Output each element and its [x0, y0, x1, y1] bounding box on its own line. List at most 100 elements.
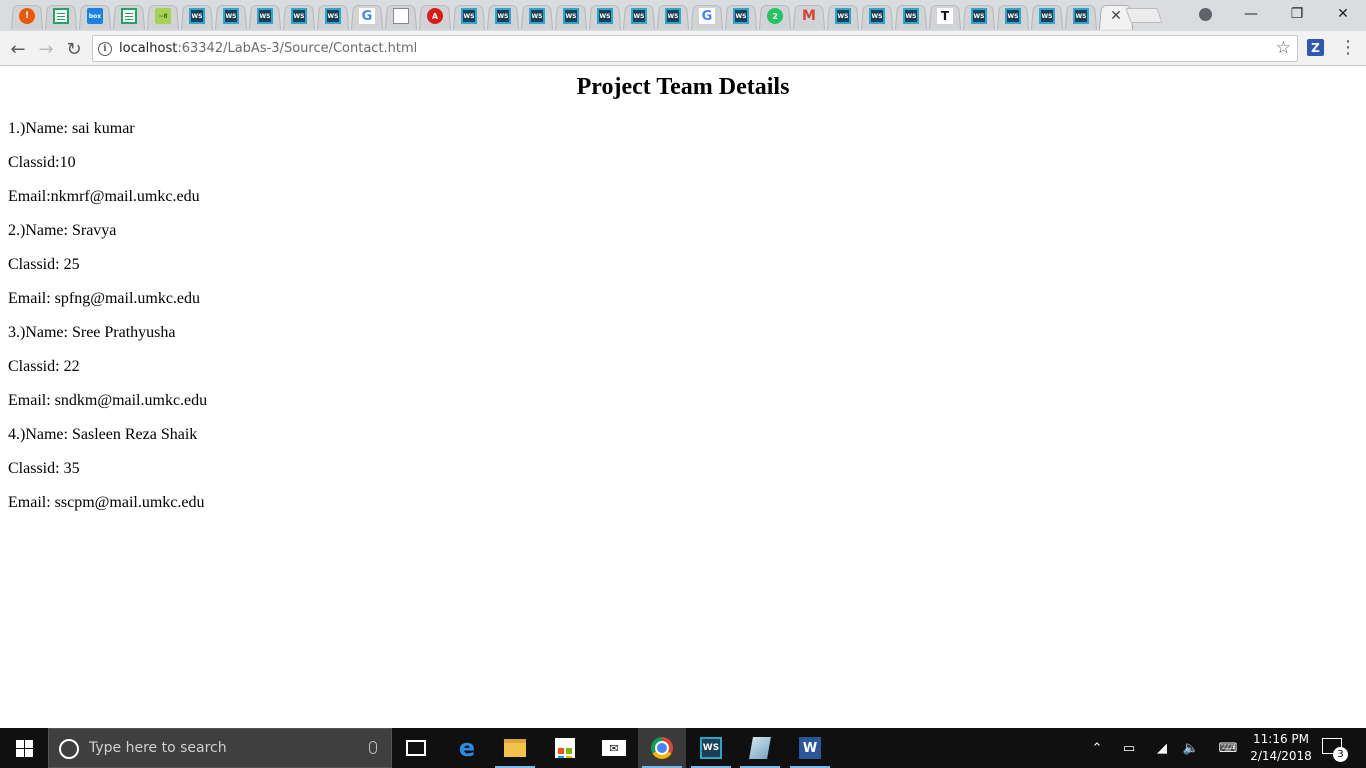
new-tab-button[interactable] — [1125, 8, 1163, 23]
browser-tab[interactable]: ~8 — [146, 3, 180, 29]
browser-tab[interactable]: WS — [486, 3, 520, 29]
lime-app-icon: ~8 — [155, 8, 171, 24]
wifi-icon[interactable]: ◢ — [1152, 728, 1172, 768]
close-tab-icon[interactable]: ✕ — [1110, 8, 1122, 24]
clock-time: 11:16 PM — [1253, 732, 1309, 746]
system-clock[interactable]: 11:16 PM 2/14/2018 — [1248, 731, 1314, 765]
browser-tab[interactable] — [384, 3, 418, 29]
browser-tab[interactable]: T — [928, 3, 962, 29]
webstorm-icon: WS — [835, 8, 851, 24]
browser-tab[interactable]: WS — [316, 3, 350, 29]
battery-icon[interactable]: ▭ — [1118, 728, 1140, 768]
webstorm-icon: WS — [563, 8, 579, 24]
browser-tab[interactable]: WS — [996, 3, 1030, 29]
browser-tab[interactable]: WS — [452, 3, 486, 29]
volume-muted-icon[interactable]: 🔈 — [1180, 728, 1202, 768]
browser-tab[interactable]: WS — [622, 3, 656, 29]
word-button[interactable]: W — [786, 728, 834, 768]
clock-date: 2/14/2018 — [1250, 749, 1312, 763]
team-detail-line: Email: sscpm@mail.umkc.edu — [8, 494, 205, 511]
file-explorer-button[interactable] — [491, 728, 539, 768]
address-bar[interactable]: i localhost:63342/LabAs-3/Source/Contact… — [92, 35, 1298, 62]
webstorm-icon: WS — [700, 737, 722, 759]
webstorm-icon: WS — [971, 8, 987, 24]
team-detail-line: Classid:10 — [8, 154, 76, 171]
webstorm-icon: WS — [257, 8, 273, 24]
webstorm-icon: WS — [291, 8, 307, 24]
browser-tab[interactable]: WS — [656, 3, 690, 29]
start-button[interactable] — [0, 728, 48, 768]
notes-app-icon — [749, 737, 771, 759]
extension-z-icon[interactable]: Z — [1307, 39, 1324, 56]
browser-tab[interactable]: WS — [588, 3, 622, 29]
edge-button[interactable]: e — [443, 728, 491, 768]
webstorm-icon: WS — [631, 8, 647, 24]
browser-tab[interactable] — [44, 3, 78, 29]
task-view-icon — [406, 740, 426, 756]
sheets-icon — [53, 8, 69, 24]
team-detail-line: Classid: 35 — [8, 460, 80, 477]
browser-tab[interactable]: box — [78, 3, 112, 29]
browser-tab[interactable]: A — [418, 3, 452, 29]
browser-tab[interactable]: WS — [1030, 3, 1064, 29]
browser-tab[interactable]: WS — [724, 3, 758, 29]
team-detail-line: Email: spfng@mail.umkc.edu — [8, 290, 201, 307]
browser-tab[interactable]: WS — [248, 3, 282, 29]
browser-tab[interactable]: 2 — [758, 3, 792, 29]
team-detail-line: 1.)Name: sai kumar — [8, 120, 135, 137]
minimize-button[interactable]: — — [1228, 0, 1274, 28]
task-view-button[interactable] — [392, 728, 440, 768]
browser-tab[interactable]: WS — [214, 3, 248, 29]
browser-tab[interactable]: G — [350, 3, 384, 29]
team-detail-line: Classid: 25 — [8, 256, 80, 273]
back-arrow-icon[interactable]: ← — [6, 37, 30, 61]
webstorm-button[interactable]: WS — [687, 728, 735, 768]
window-controls: — ❐ ✕ — [1182, 0, 1366, 28]
webstorm-icon: WS — [223, 8, 239, 24]
browser-tab[interactable]: WS — [962, 3, 996, 29]
show-hidden-icons-chevron-icon[interactable]: ⌃ — [1088, 728, 1106, 768]
green-badge-icon: 2 — [767, 8, 783, 24]
keyboard-icon[interactable]: ⌨ — [1214, 728, 1242, 768]
team-detail-line: 3.)Name: Sree Prathyusha — [8, 324, 176, 341]
forward-arrow-icon[interactable]: → — [34, 37, 58, 61]
windows-logo-icon — [15, 739, 33, 757]
taskbar-search-box[interactable]: Type here to search — [48, 728, 392, 768]
orange-alert-icon: ! — [19, 8, 35, 24]
team-detail-line: Email:nkmrf@mail.umkc.edu — [8, 188, 200, 205]
browser-tab[interactable]: G — [690, 3, 724, 29]
browser-tab[interactable] — [112, 3, 146, 29]
mail-button[interactable]: ✉ — [590, 728, 638, 768]
url-text[interactable]: localhost:63342/LabAs-3/Source/Contact.h… — [119, 41, 417, 56]
bookmark-star-icon[interactable]: ☆ — [1276, 38, 1291, 58]
reload-icon[interactable]: ↻ — [62, 37, 86, 61]
browser-tab[interactable]: WS — [520, 3, 554, 29]
browser-tab[interactable]: WS — [180, 3, 214, 29]
restore-button[interactable]: ❐ — [1274, 0, 1320, 28]
team-detail-line: Email: sndkm@mail.umkc.edu — [8, 392, 208, 409]
store-button[interactable] — [541, 728, 589, 768]
browser-menu-icon[interactable]: ⋮ — [1339, 37, 1357, 58]
info-icon[interactable]: i — [98, 42, 112, 56]
webstorm-icon: WS — [461, 8, 477, 24]
browser-tab[interactable]: M — [792, 3, 826, 29]
close-window-button[interactable]: ✕ — [1320, 0, 1366, 28]
notes-app-button[interactable] — [736, 728, 784, 768]
sheets-icon — [121, 8, 137, 24]
webstorm-icon: WS — [597, 8, 613, 24]
browser-tab[interactable]: WS — [282, 3, 316, 29]
browser-toolbar: ← → ↻ i localhost:63342/LabAs-3/Source/C… — [0, 31, 1366, 66]
microphone-icon[interactable] — [369, 741, 377, 754]
google-icon: G — [699, 8, 715, 24]
team-detail-line: Classid: 22 — [8, 358, 80, 375]
store-icon — [555, 738, 575, 758]
browser-tab[interactable]: WS — [1064, 3, 1098, 29]
browser-tab[interactable]: WS — [554, 3, 588, 29]
box-icon: box — [87, 8, 103, 24]
browser-tab[interactable]: WS — [894, 3, 928, 29]
browser-tab[interactable]: WS — [826, 3, 860, 29]
chrome-button[interactable] — [638, 728, 686, 768]
browser-tab[interactable]: WS — [860, 3, 894, 29]
browser-tab[interactable]: ! — [10, 3, 44, 29]
profile-icon[interactable] — [1182, 0, 1228, 28]
